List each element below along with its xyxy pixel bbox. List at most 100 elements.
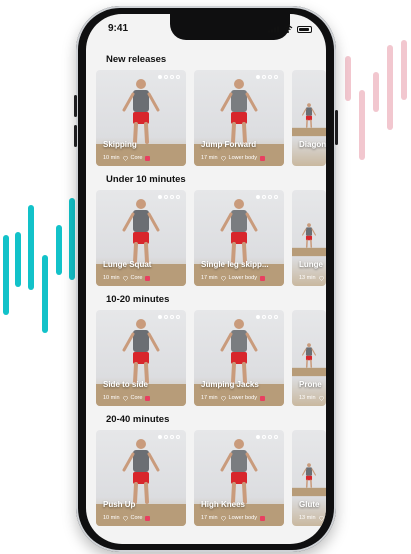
workout-name: Jump Forward	[201, 140, 257, 149]
page-dot	[262, 435, 266, 439]
workout-focus: Lower body	[228, 155, 257, 161]
status-time: 9:41	[108, 23, 129, 34]
difficulty-icon	[259, 395, 265, 401]
workout-card[interactable]: Jumping Jacks 17 min Lower body	[194, 310, 284, 406]
workout-duration: 13 min	[299, 395, 316, 401]
page-dot	[164, 435, 168, 439]
workout-duration: 17 min	[201, 275, 218, 281]
section: New releases Skipping 10 min Core Jump Forwa…	[86, 54, 326, 174]
bar	[373, 72, 379, 112]
workout-meta: 17 min Lower body	[201, 275, 265, 281]
workout-card[interactable]: High Knees 17 min Lower body	[194, 430, 284, 526]
workout-name: Glute	[299, 500, 320, 509]
workout-focus: Core	[130, 275, 143, 281]
page-dot	[164, 75, 168, 79]
difficulty-icon	[145, 395, 151, 401]
workout-focus: Core	[130, 515, 143, 521]
volume-down-button	[74, 125, 77, 147]
section-title: 20-40 minutes	[106, 414, 170, 425]
page-dot	[274, 315, 278, 319]
bar	[401, 40, 407, 100]
heart-icon	[122, 275, 128, 281]
signal-icon	[268, 25, 279, 33]
heart-icon	[318, 395, 324, 401]
power-button	[335, 110, 338, 145]
difficulty-icon	[259, 275, 265, 281]
workout-name: Lunge	[299, 260, 323, 269]
page-dot	[158, 75, 162, 79]
page-dots	[256, 435, 278, 439]
workout-name: Diagon	[299, 140, 326, 149]
page-dot	[256, 195, 260, 199]
workout-card[interactable]: Jump Forward 17 min Lower body	[194, 70, 284, 166]
workout-card[interactable]: Push Up 10 min Core	[96, 430, 186, 526]
page-dot	[176, 75, 180, 79]
section-title: New releases	[106, 54, 167, 65]
athlete-image	[292, 223, 326, 257]
workout-card[interactable]: Lunge 13 min	[292, 190, 326, 286]
page-dots	[256, 75, 278, 79]
workout-focus: Lower body	[228, 275, 257, 281]
workout-card[interactable]: Single leg skipp... 17 min Lower body	[194, 190, 284, 286]
athlete-image	[194, 439, 284, 526]
page-dot	[164, 315, 168, 319]
heart-icon	[318, 275, 324, 281]
athlete-image	[194, 319, 284, 406]
bar	[15, 232, 21, 287]
section-title: Under 10 minutes	[106, 174, 186, 185]
page-dots	[158, 315, 180, 319]
page-dot	[256, 315, 260, 319]
heart-icon	[122, 155, 128, 161]
page-dot	[158, 435, 162, 439]
page-dot	[170, 75, 174, 79]
workout-name: Single leg skipp...	[201, 260, 269, 269]
heart-icon	[220, 155, 226, 161]
workout-card[interactable]: Side to side 10 min Core	[96, 310, 186, 406]
athlete-image	[194, 79, 284, 166]
bar	[359, 90, 365, 160]
page-dot	[164, 195, 168, 199]
workout-meta: 10 min Core	[103, 395, 151, 401]
heart-icon	[122, 515, 128, 521]
workout-card[interactable]: Lunge Squat 10 min Core	[96, 190, 186, 286]
page-dot	[268, 435, 272, 439]
page-dot	[170, 315, 174, 319]
page-dot	[170, 195, 174, 199]
workout-meta: 10 min Core	[103, 155, 151, 161]
page-dot	[262, 195, 266, 199]
workout-card[interactable]: Skipping 10 min Core	[96, 70, 186, 166]
workout-card[interactable]: Prone 13 min	[292, 310, 326, 406]
status-icons	[268, 25, 312, 33]
workout-name: High Knees	[201, 500, 246, 509]
workout-duration: 10 min	[103, 395, 120, 401]
workout-card[interactable]: Diagon	[292, 70, 326, 166]
page-dot	[158, 315, 162, 319]
workout-card[interactable]: Glute 13 min	[292, 430, 326, 526]
heart-icon	[122, 395, 128, 401]
card-row[interactable]: Push Up 10 min Core High Knees 17 min Lower b…	[96, 430, 326, 526]
athlete-image	[194, 199, 284, 286]
athlete-image	[292, 343, 326, 377]
page-dot	[274, 435, 278, 439]
workout-duration: 17 min	[201, 395, 218, 401]
heart-icon	[220, 275, 226, 281]
athlete-image	[292, 463, 326, 497]
section-title: 10-20 minutes	[106, 294, 170, 305]
bar	[42, 255, 48, 333]
wifi-icon	[283, 25, 293, 33]
workout-focus: Lower body	[228, 515, 257, 521]
page-dot	[262, 75, 266, 79]
workout-name: Jumping Jacks	[201, 380, 259, 389]
page-dot	[274, 195, 278, 199]
workout-meta: 10 min Core	[103, 275, 151, 281]
card-row[interactable]: Skipping 10 min Core Jump Forward 17 min Lowe…	[96, 70, 326, 166]
bar	[3, 235, 9, 315]
card-row[interactable]: Lunge Squat 10 min Core Single leg skipp...…	[96, 190, 326, 286]
workout-focus: Core	[130, 155, 143, 161]
card-row[interactable]: Side to side 10 min Core Jumping Jacks 17 mi…	[96, 310, 326, 406]
section: 10-20 minutes Side to side 10 min Core Jumpi…	[86, 294, 326, 414]
battery-icon	[297, 25, 312, 33]
difficulty-icon	[259, 515, 265, 521]
workout-duration: 17 min	[201, 515, 218, 521]
heart-icon	[220, 395, 226, 401]
